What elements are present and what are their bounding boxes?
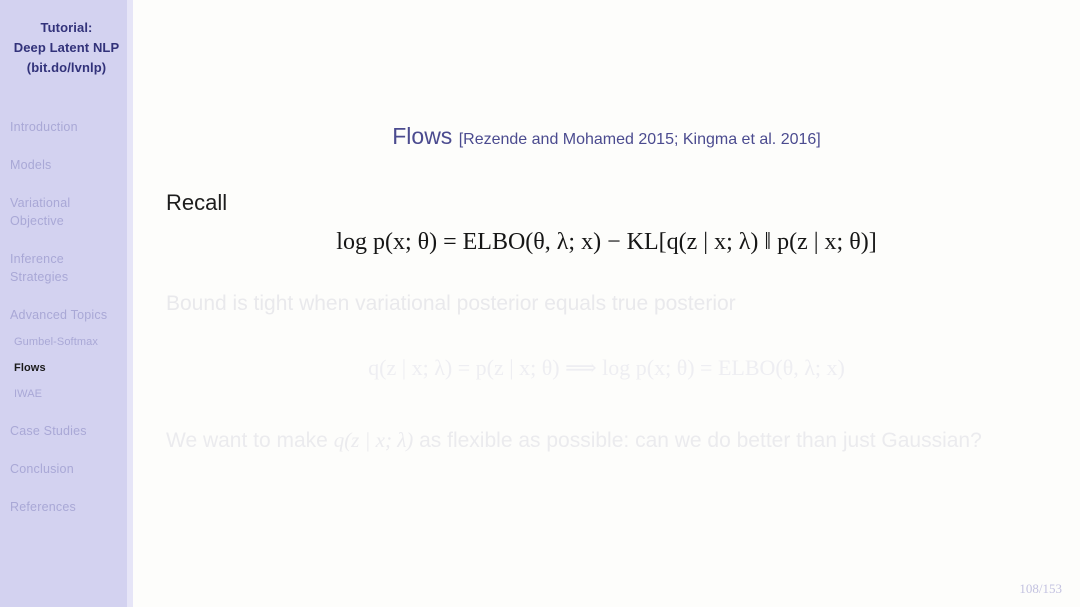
sidebar-item-conclusion[interactable]: Conclusion bbox=[0, 460, 133, 478]
sidebar-subitem-label: Gumbel-Softmax bbox=[14, 336, 98, 348]
equation-main: log p(x; θ) = ELBO(θ, λ; x) − KL[q(z | x… bbox=[336, 229, 877, 255]
page-number: 108/153 bbox=[1019, 581, 1062, 596]
sidebar-item-label: Models bbox=[10, 158, 52, 172]
paragraph-flexible-posterior: We want to make q(z | x; λ) as flexible … bbox=[166, 420, 1046, 461]
sidebar-item-label: Inference bbox=[10, 252, 64, 266]
sidebar-item-introduction[interactable]: Introduction bbox=[0, 118, 133, 136]
frame-title-citation: [Rezende and Mohamed 2015; Kingma et al.… bbox=[458, 131, 821, 148]
paragraph-pre-text: We want to make bbox=[166, 429, 334, 452]
paragraph-post-text: as flexible as possible: can we do bette… bbox=[413, 429, 982, 452]
sidebar-navigation: Tutorial: Deep Latent NLP (bit.do/lvnlp)… bbox=[0, 0, 133, 607]
sidebar-item-models[interactable]: Models bbox=[0, 156, 133, 174]
presentation-slide: Tutorial: Deep Latent NLP (bit.do/lvnlp)… bbox=[0, 0, 1080, 607]
slide-content: Flows [Rezende and Mohamed 2015; Kingma … bbox=[133, 0, 1080, 607]
sidebar-subitem-flows[interactable]: Flows bbox=[0, 360, 133, 376]
nav-list: Introduction Models Variational Objectiv… bbox=[0, 118, 133, 516]
sidebar-item-case-studies[interactable]: Case Studies bbox=[0, 422, 133, 440]
paragraph-inline-math: q(z | x; λ) bbox=[333, 428, 414, 452]
recall-heading: Recall bbox=[166, 190, 228, 215]
equation-faded: q(z | x; λ) = p(z | x; θ) ⟹ log p(x; θ) … bbox=[368, 355, 845, 380]
sidebar-item-references[interactable]: References bbox=[0, 498, 133, 516]
sidebar-item-label: Conclusion bbox=[10, 462, 74, 476]
sidebar-item-label-2: Objective bbox=[10, 214, 64, 228]
sidebar-item-label: Introduction bbox=[10, 120, 78, 134]
tutorial-title: Tutorial: Deep Latent NLP (bit.do/lvnlp) bbox=[0, 0, 133, 78]
sidebar-item-label: References bbox=[10, 500, 76, 514]
sidebar-subitem-label: IWAE bbox=[14, 388, 43, 400]
sidebar-item-advanced-topics[interactable]: Advanced Topics bbox=[0, 306, 133, 324]
sidebar-item-label: Variational bbox=[10, 196, 71, 210]
tutorial-title-line-1: Tutorial: bbox=[40, 20, 93, 35]
sidebar-subitem-label: Flows bbox=[14, 362, 46, 374]
sidebar-subitem-iwae[interactable]: IWAE bbox=[0, 386, 133, 402]
sidebar-item-variational-objective[interactable]: Variational Objective bbox=[0, 194, 133, 230]
bullet-bound-is-tight: Bound is tight when variational posterio… bbox=[166, 292, 736, 315]
tutorial-title-line-3: (bit.do/lvnlp) bbox=[26, 60, 107, 75]
sidebar-group-advanced-topics: Advanced Topics Gumbel-Softmax Flows IWA… bbox=[0, 306, 133, 402]
tutorial-title-line-2: Deep Latent NLP bbox=[13, 40, 120, 55]
frame-title-text: Flows bbox=[392, 123, 453, 149]
sidebar-item-inference-strategies[interactable]: Inference Strategies bbox=[0, 250, 133, 286]
sidebar-item-label: Advanced Topics bbox=[10, 308, 108, 322]
sidebar-item-label-2: Strategies bbox=[10, 270, 69, 284]
sidebar-subitem-gumbel-softmax[interactable]: Gumbel-Softmax bbox=[0, 334, 133, 350]
sidebar-item-label: Case Studies bbox=[10, 424, 87, 438]
frame-title: Flows [Rezende and Mohamed 2015; Kingma … bbox=[133, 122, 1080, 154]
